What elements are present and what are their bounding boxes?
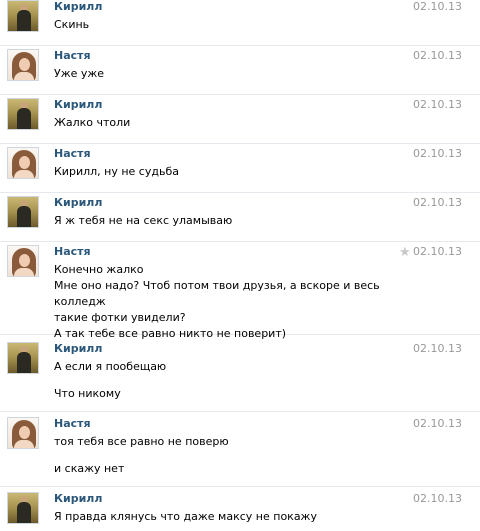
message-date[interactable]: 02.10.13 [413, 492, 462, 506]
message-date[interactable]: 02.10.13 [413, 417, 462, 431]
message-date[interactable]: 02.10.13 [413, 245, 462, 259]
message-line: Кирилл, ну не судьба [54, 165, 179, 178]
avatar[interactable] [7, 417, 39, 449]
message-date[interactable]: 02.10.13 [413, 98, 462, 112]
author-name[interactable]: Кирилл [54, 196, 102, 210]
author-name[interactable]: Настя [54, 417, 91, 431]
avatar[interactable] [7, 147, 39, 179]
message-date[interactable]: 02.10.13 [413, 342, 462, 356]
message-text: тоя тебя все равно не поверю [54, 434, 399, 450]
message-item: Настя ★ 02.10.13 Конечно жалко Мне оно н… [0, 245, 480, 340]
avatar[interactable] [7, 0, 39, 32]
message-line: А если я пообещаю [54, 360, 167, 373]
message-item: Кирилл 02.10.13 Жалко чтоли [0, 98, 480, 144]
author-name[interactable]: Кирилл [54, 492, 102, 506]
message-item: Кирилл 02.10.13 А если я пообещаю Что ни… [0, 342, 480, 412]
message-text: Кирилл, ну не судьба [54, 164, 399, 180]
message-line: тоя тебя все равно не поверю [54, 435, 229, 448]
message-item: Кирилл 02.10.13 Скинь [0, 0, 480, 46]
message-item: Настя 02.10.13 Кирилл, ну не судьба [0, 147, 480, 193]
author-name[interactable]: Настя [54, 147, 91, 161]
star-icon[interactable]: ★ [399, 246, 412, 259]
avatar[interactable] [7, 342, 39, 374]
message-text: Уже уже [54, 66, 399, 82]
message-text: Я ж тебя не на секс уламываю [54, 213, 399, 229]
avatar[interactable] [7, 245, 39, 277]
message-followup-text: Что никому [54, 387, 121, 400]
message-line: Конечно жалко [54, 263, 144, 276]
message-item: Кирилл 02.10.13 Я ж тебя не на секс улам… [0, 196, 480, 242]
message-followup-text: и скажу нет [54, 462, 125, 475]
message-item: Настя 02.10.13 Уже уже [0, 49, 480, 95]
author-name[interactable]: Кирилл [54, 342, 102, 356]
author-name[interactable]: Настя [54, 49, 91, 63]
message-item: Кирилл 02.10.13 Я правда клянусь что даж… [0, 492, 480, 531]
message-date[interactable]: 02.10.13 [413, 147, 462, 161]
message-date[interactable]: 02.10.13 [413, 0, 462, 14]
message-line: Я правда клянусь что даже максу не покаж… [54, 510, 317, 523]
avatar[interactable] [7, 492, 39, 524]
author-name[interactable]: Кирилл [54, 98, 102, 112]
avatar[interactable] [7, 98, 39, 130]
message-line: Я ж тебя не на секс уламываю [54, 214, 233, 227]
message-text: Конечно жалко Мне оно надо? Чтоб потом т… [54, 262, 399, 342]
message-line: Уже уже [54, 67, 105, 80]
avatar[interactable] [7, 196, 39, 228]
message-text: Я правда клянусь что даже максу не покаж… [54, 509, 399, 525]
message-item: Настя 02.10.13 тоя тебя все равно не пов… [0, 417, 480, 487]
message-line: Скинь [54, 18, 90, 31]
message-line: такие фотки увидели? [54, 311, 186, 324]
author-name[interactable]: Настя [54, 245, 91, 259]
message-date[interactable]: 02.10.13 [413, 196, 462, 210]
message-thread: Кирилл 02.10.13 Скинь Настя 02.10.13 Уже… [0, 0, 480, 531]
author-name[interactable]: Кирилл [54, 0, 102, 14]
avatar[interactable] [7, 49, 39, 81]
message-date[interactable]: 02.10.13 [413, 49, 462, 63]
message-line: Мне оно надо? Чтоб потом твои друзья, а … [54, 279, 384, 308]
message-text: Жалко чтоли [54, 115, 399, 131]
message-text: А если я пообещаю [54, 359, 399, 375]
message-text: Скинь [54, 17, 399, 33]
message-line: А так тебе все равно никто не поверит) [54, 327, 287, 340]
message-line: Жалко чтоли [54, 116, 131, 129]
